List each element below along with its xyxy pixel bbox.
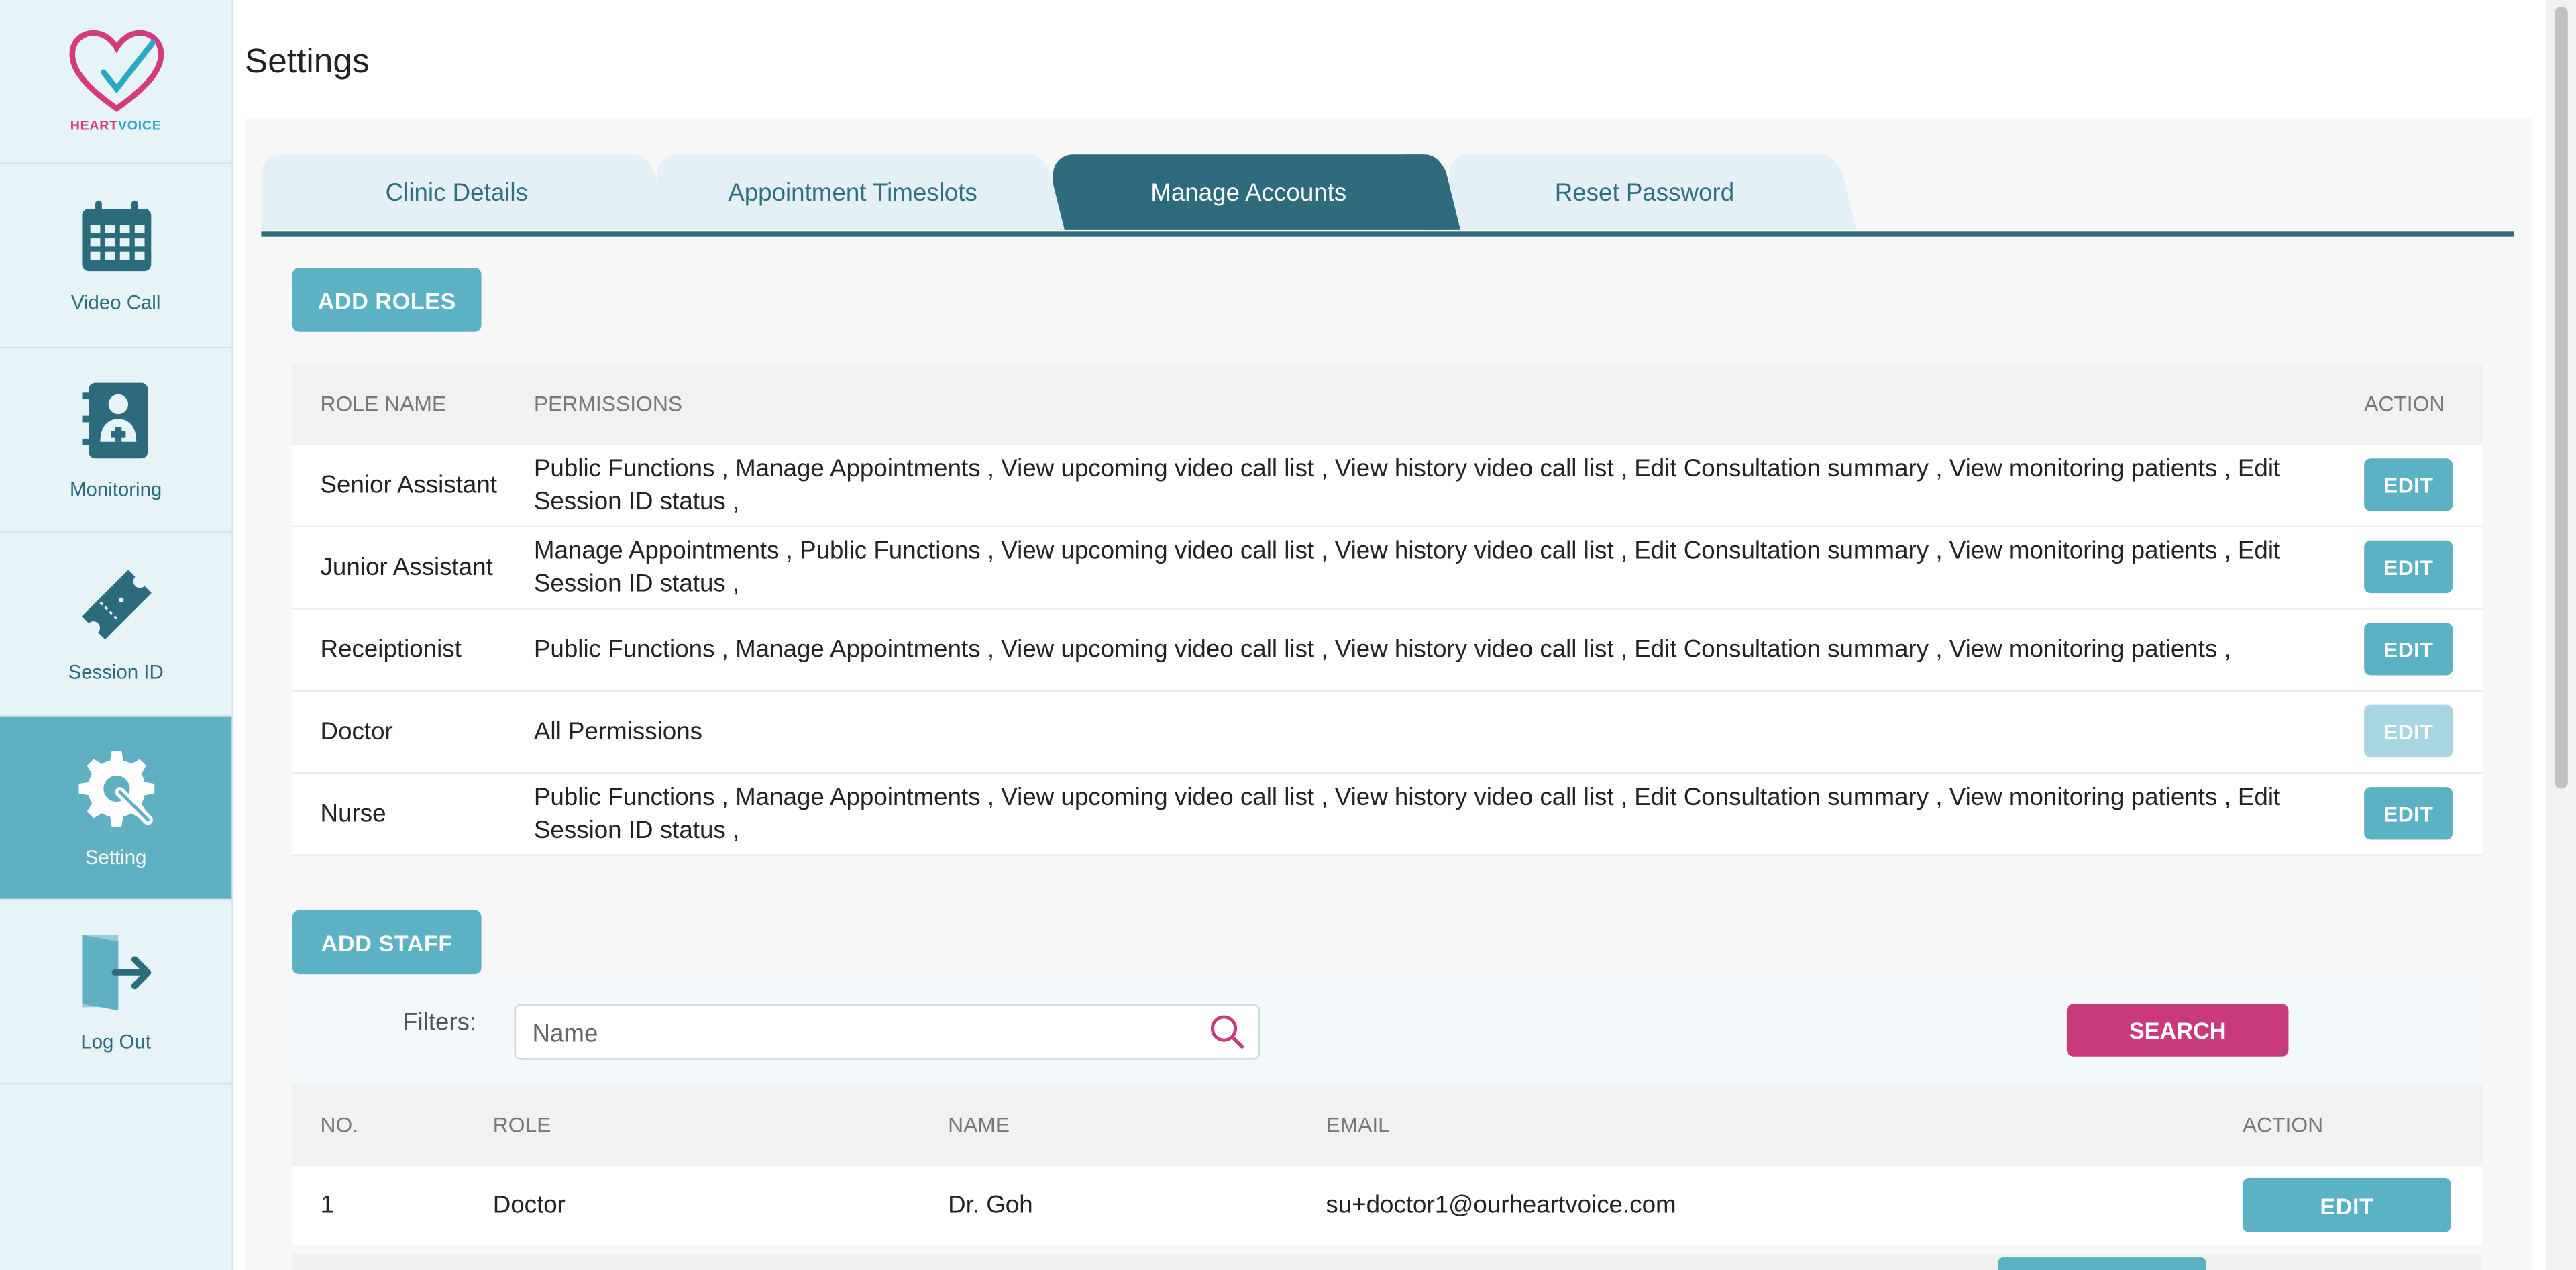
sidebar-item-session-id[interactable]: Session ID — [0, 532, 232, 717]
col-email: EMAIL — [1326, 1112, 1390, 1137]
scrollbar-thumb[interactable] — [2555, 6, 2568, 789]
search-icon[interactable] — [1209, 1014, 1245, 1050]
medical-book-icon — [81, 382, 148, 458]
edit-role-button[interactable]: EDIT — [2364, 458, 2453, 511]
app-window: HEARTVOICE Video Call Monitoring Session… — [0, 0, 2576, 1270]
roles-table-header: ROLE NAME PERMISSIONS ACTION — [292, 363, 2483, 445]
staff-no: 1 — [320, 1191, 334, 1220]
add-roles-button[interactable]: ADD ROLES — [292, 268, 482, 332]
col-action: ACTION — [2242, 1112, 2324, 1137]
search-button[interactable]: SEARCH — [2066, 1004, 2289, 1057]
col-name: NAME — [948, 1112, 1010, 1137]
role-permissions: Public Functions , Manage Appointments ,… — [533, 454, 2281, 515]
next-edit-button-peek[interactable] — [1997, 1257, 2207, 1270]
edit-staff-button[interactable]: EDIT — [2242, 1177, 2451, 1232]
role-permissions: All Permissions — [533, 717, 703, 745]
scrollbar[interactable] — [2546, 0, 2576, 1270]
sidebar-item-label: Video Call — [70, 290, 161, 313]
role-name: Junior Assistant — [320, 553, 493, 581]
tab-appointment-timeslots[interactable]: Appointment Timeslots — [657, 154, 1049, 230]
sidebar-item-monitoring[interactable]: Monitoring — [0, 348, 232, 533]
staff-email: su+doctor1@ourheartvoice.com — [1326, 1191, 1676, 1220]
tab-clinic-details[interactable]: Clinic Details — [261, 154, 653, 230]
logo-text: HEARTVOICE — [70, 118, 162, 134]
table-row: Nurse Public Functions , Manage Appointm… — [292, 774, 2483, 856]
ticket-icon — [80, 569, 151, 639]
sidebar-item-label: Monitoring — [70, 477, 162, 500]
edit-role-button[interactable]: EDIT — [2364, 540, 2453, 594]
table-row: Receiptionist Public Functions , Manage … — [292, 609, 2483, 692]
heart-logo-icon — [68, 30, 164, 112]
staff-filters: Filters: SEARCH — [292, 974, 2483, 1086]
filters-label: Filters: — [402, 1008, 477, 1037]
settings-panel: Clinic Details Appointment Timeslots Man… — [244, 118, 2532, 1270]
col-action: ACTION — [2364, 390, 2445, 416]
tab-label: Manage Accounts — [1150, 178, 1347, 207]
tab-label: Appointment Timeslots — [728, 178, 977, 207]
col-no: NO. — [320, 1112, 359, 1137]
role-permissions: Public Functions , Manage Appointments ,… — [533, 782, 2281, 844]
name-search-field[interactable] — [514, 1004, 1260, 1062]
staff-table-header: NO. ROLE NAME EMAIL ACTION — [292, 1084, 2483, 1167]
role-permissions: Manage Appointments , Public Functions ,… — [533, 536, 2281, 598]
sidebar: HEARTVOICE Video Call Monitoring Session… — [0, 0, 233, 1270]
edit-role-button-disabled: EDIT — [2364, 704, 2453, 757]
roles-table: ROLE NAME PERMISSIONS ACTION Senior Assi… — [292, 363, 2483, 856]
table-row: Senior Assistant Public Functions , Mana… — [292, 445, 2483, 528]
sidebar-item-label: Session ID — [68, 659, 164, 683]
page-title: Settings — [244, 42, 370, 81]
gear-wrench-icon — [78, 749, 154, 826]
tab-manage-accounts[interactable]: Manage Accounts — [1053, 154, 1444, 230]
col-role-name: ROLE NAME — [320, 390, 447, 416]
sidebar-item-label: Log Out — [80, 1029, 151, 1053]
add-staff-button[interactable]: ADD STAFF — [292, 910, 482, 975]
logout-icon — [81, 934, 151, 1010]
role-name: Doctor — [320, 717, 393, 745]
edit-role-button[interactable]: EDIT — [2364, 623, 2453, 676]
staff-table: NO. ROLE NAME EMAIL ACTION 1 Doctor Dr. … — [292, 1084, 2483, 1246]
role-name: Nurse — [320, 799, 386, 828]
tab-underline — [261, 231, 2514, 237]
tab-label: Clinic Details — [385, 178, 528, 207]
table-row: Doctor All Permissions EDIT — [292, 692, 2483, 774]
name-search-input[interactable] — [529, 1005, 1193, 1062]
edit-role-button[interactable]: EDIT — [2364, 787, 2453, 840]
staff-role: Doctor — [492, 1191, 566, 1220]
role-permissions: Public Functions , Manage Appointments ,… — [533, 635, 2231, 664]
sidebar-item-log-out[interactable]: Log Out — [0, 900, 232, 1085]
table-row: 1 Doctor Dr. Goh su+doctor1@ourheartvoic… — [292, 1166, 2483, 1246]
table-row: Junior Assistant Manage Appointments , P… — [292, 527, 2483, 610]
tab-label: Reset Password — [1554, 178, 1735, 207]
role-name: Receiptionist — [320, 635, 462, 664]
role-name: Senior Assistant — [320, 470, 497, 499]
sidebar-item-label: Setting — [85, 845, 147, 869]
sidebar-item-video-call[interactable]: Video Call — [0, 164, 232, 349]
col-permissions: PERMISSIONS — [533, 390, 683, 416]
heartvoice-logo[interactable]: HEARTVOICE — [0, 0, 232, 164]
sidebar-item-setting[interactable]: Setting — [0, 716, 232, 901]
tab-reset-password[interactable]: Reset Password — [1449, 154, 1840, 230]
staff-name: Dr. Goh — [948, 1191, 1033, 1220]
tab-bar: Clinic Details Appointment Timeslots Man… — [261, 154, 2515, 236]
calendar-icon — [81, 199, 151, 270]
col-role: ROLE — [492, 1112, 551, 1137]
